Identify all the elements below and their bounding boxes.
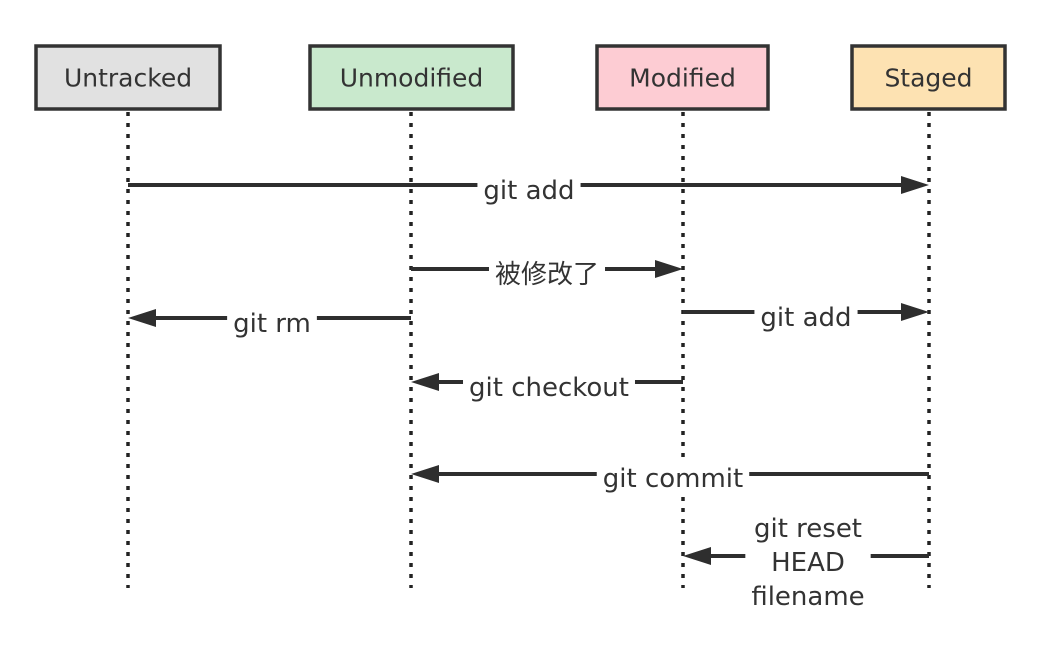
git-add-modified-label-group: git add <box>754 301 858 335</box>
git-checkout-label-group: git checkout <box>463 371 635 405</box>
git-add-modified-arrowhead <box>901 303 929 321</box>
git-add-modified-label-line-0: git add <box>760 303 851 333</box>
git-commit-label-line-0: git commit <box>603 464 743 494</box>
edited-label-line-0: 被修改了 <box>495 260 599 290</box>
git-rm-label-line-0: git rm <box>233 309 311 339</box>
unmodified-label: Unmodified <box>340 64 484 93</box>
transition-git-rm: git rm <box>128 307 411 341</box>
git-commit-arrowhead <box>411 465 439 483</box>
git-file-state-diagram: Untracked Unmodified Modified Staged git ad… <box>34 44 1007 614</box>
git-commit-label-group: git commit <box>596 462 750 496</box>
git-add-untracked-arrowhead <box>901 176 929 194</box>
state-box-unmodified: Unmodified <box>308 44 515 111</box>
state-box-modified: Modified <box>595 44 770 111</box>
transition-git-checkout: git checkout <box>411 371 683 405</box>
git-add-untracked-label-group: git add <box>477 174 581 208</box>
git-rm-arrowhead <box>128 309 156 327</box>
untracked-label: Untracked <box>64 64 192 93</box>
transition-git-commit: git commit <box>411 462 929 496</box>
git-checkout-arrowhead <box>411 373 439 391</box>
git-rm-label-group: git rm <box>227 307 317 341</box>
git-reset-arrowhead <box>683 547 711 565</box>
transition-git-add-modified: git add <box>683 301 929 335</box>
git-reset-label-line-0: git reset <box>754 514 862 544</box>
git-add-untracked-label-line-0: git add <box>483 176 574 206</box>
git-checkout-label-line-0: git checkout <box>469 373 629 403</box>
staged-label: Staged <box>884 64 972 93</box>
state-boxes: Untracked Unmodified Modified Staged <box>34 44 1007 111</box>
git-reset-label-group: git reset HEAD filename <box>745 512 871 614</box>
state-box-staged: Staged <box>850 44 1007 111</box>
transitions: git add 被修改了 git rm git add git checkout git … <box>128 174 929 614</box>
transition-git-add-untracked: git add <box>128 174 929 208</box>
git-reset-label-line-2: filename <box>751 582 864 612</box>
edited-arrowhead <box>655 260 683 278</box>
state-box-untracked: Untracked <box>34 44 222 111</box>
transition-edited: 被修改了 <box>411 258 683 292</box>
transition-git-reset: git reset HEAD filename <box>683 512 929 614</box>
modified-label: Modified <box>629 64 736 93</box>
edited-label-group: 被修改了 <box>488 258 606 292</box>
git-reset-label-line-1: HEAD <box>771 548 845 578</box>
